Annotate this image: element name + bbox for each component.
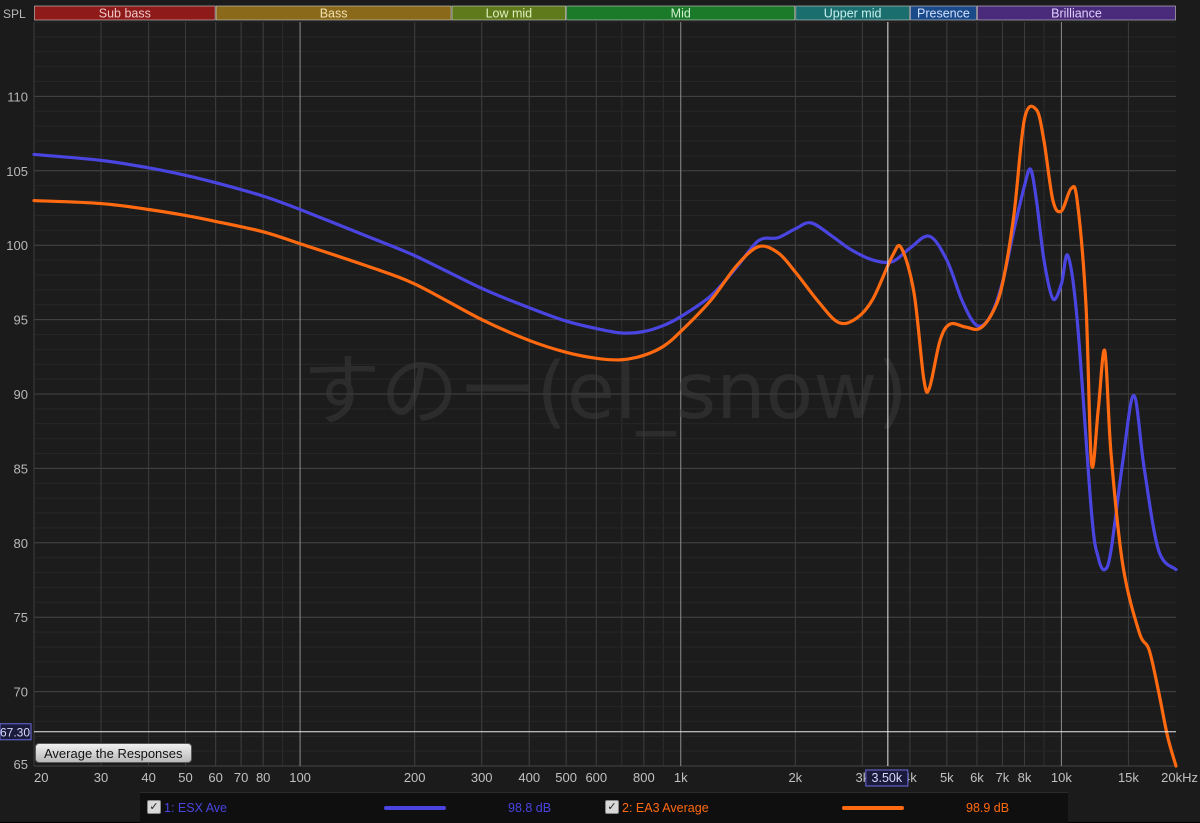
x-tick-label: 50 bbox=[178, 770, 192, 785]
x-tick-label: 600 bbox=[585, 770, 607, 785]
x-tick-label: 80 bbox=[256, 770, 270, 785]
y-tick-label: 110 bbox=[7, 89, 28, 104]
x-tick-label: 100 bbox=[289, 770, 311, 785]
y-tick-label: 85 bbox=[14, 461, 28, 476]
average-responses-button[interactable]: Average the Responses bbox=[35, 743, 192, 763]
x-tick-label: 200 bbox=[404, 770, 426, 785]
series-2-level: 98.9 dB bbox=[966, 801, 1010, 815]
x-tick-label: 70 bbox=[234, 770, 248, 785]
series-1-name: 1: ESX Ave bbox=[164, 801, 228, 815]
band-label: Bass bbox=[320, 7, 348, 21]
series-2-name: 2: EA3 Average bbox=[622, 801, 709, 815]
y-tick-label: 65 bbox=[14, 757, 28, 772]
band-label: Low mid bbox=[486, 7, 533, 21]
band-label: Mid bbox=[671, 7, 691, 21]
series-1-swatch bbox=[384, 806, 446, 810]
x-tick-label: 5k bbox=[940, 770, 954, 785]
x-tick-label: 1k bbox=[674, 770, 688, 785]
band-label: Upper mid bbox=[824, 7, 882, 21]
y-tick-label: 95 bbox=[14, 313, 28, 328]
band-label: Brilliance bbox=[1051, 7, 1102, 21]
x-axis-unit-label: 20kHz bbox=[1161, 770, 1198, 785]
frequency-response-chart: Sub bass Bass Low mid Mid Upper mid Presence B… bbox=[0, 5, 1198, 787]
x-tick-label: 30 bbox=[94, 770, 108, 785]
cursor-x-readout: 3.50k bbox=[872, 771, 903, 785]
y-tick-label: 75 bbox=[14, 610, 28, 625]
band-label: Sub bass bbox=[99, 7, 151, 21]
series-1-checkbox[interactable]: ✓ bbox=[147, 800, 161, 814]
x-tick-label: 6k bbox=[970, 770, 984, 785]
x-tick-label: 500 bbox=[555, 770, 577, 785]
y-tick-label: 100 bbox=[6, 238, 28, 253]
series-2-checkbox[interactable]: ✓ bbox=[605, 800, 619, 814]
y-tick-label: 90 bbox=[14, 387, 28, 402]
frequency-response-window: Sub bass Bass Low mid Mid Upper mid Presence B… bbox=[0, 0, 1200, 823]
y-tick-label: 80 bbox=[14, 536, 28, 551]
cursor-y-readout: 67.30 bbox=[0, 725, 30, 739]
x-tick-label: 800 bbox=[633, 770, 655, 785]
x-tick-label: 7k bbox=[996, 770, 1010, 785]
y-tick-label: 105 bbox=[6, 164, 28, 179]
x-tick-label: 40 bbox=[141, 770, 155, 785]
x-tick-label: 60 bbox=[208, 770, 222, 785]
x-tick-label: 8k bbox=[1018, 770, 1032, 785]
x-tick-label: 400 bbox=[518, 770, 540, 785]
x-tick-label: 15k bbox=[1118, 770, 1139, 785]
x-tick-label: 10k bbox=[1051, 770, 1072, 785]
series-1-level: 98.8 dB bbox=[508, 801, 552, 815]
band-label: Presence bbox=[917, 7, 970, 21]
x-tick-label: 2k bbox=[788, 770, 802, 785]
x-tick-label: 300 bbox=[471, 770, 493, 785]
x-tick-label: 20 bbox=[34, 770, 48, 785]
y-tick-label: 70 bbox=[14, 685, 28, 700]
y-axis-label: SPL bbox=[3, 7, 26, 21]
series-2-swatch bbox=[842, 806, 904, 810]
legend-bar: ✓ 1: ESX Ave 98.8 dB ✓ 2: EA3 Average 98… bbox=[140, 792, 1068, 823]
